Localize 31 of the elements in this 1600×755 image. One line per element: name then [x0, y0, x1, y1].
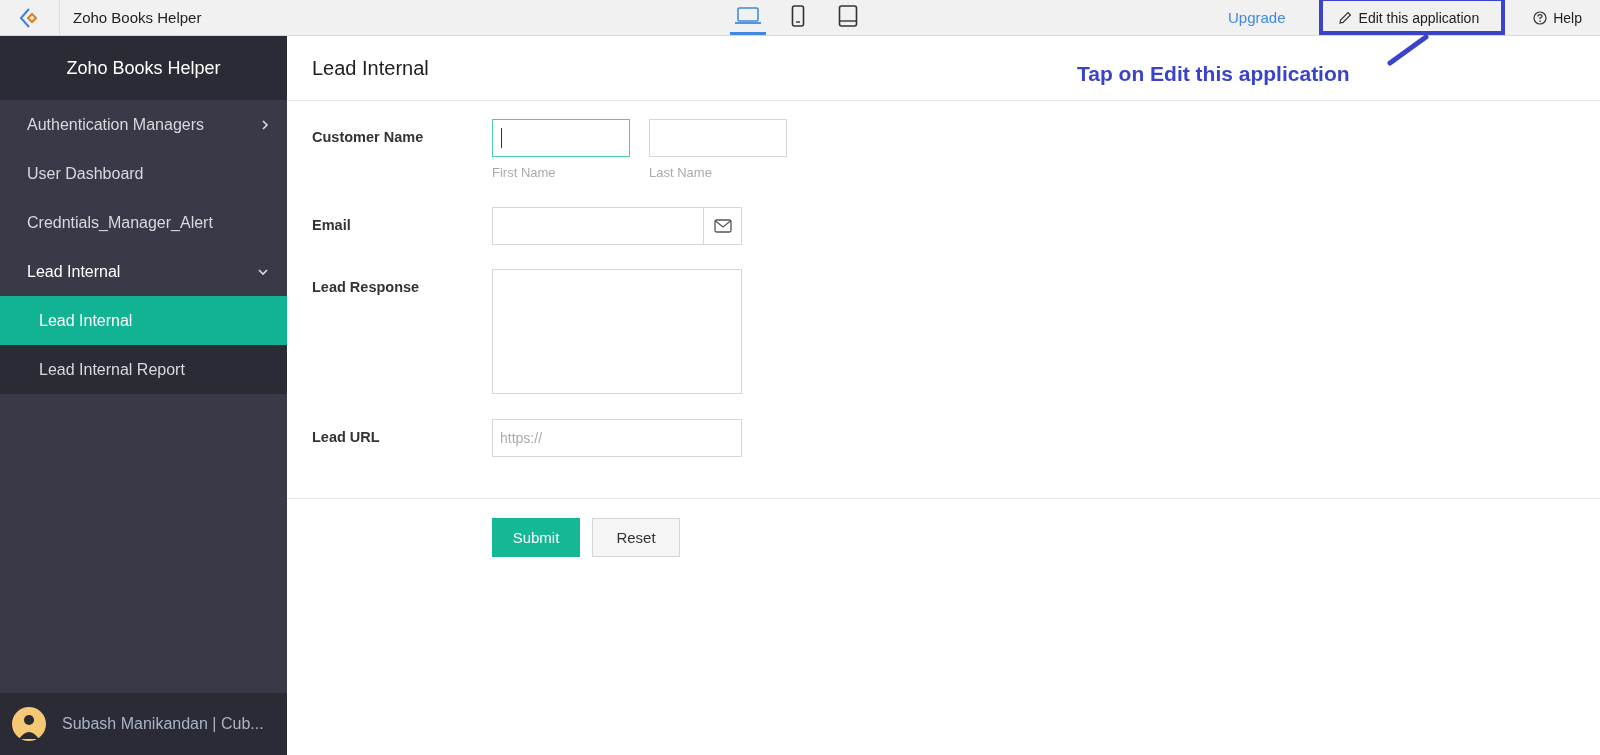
sidebar-subitem[interactable]: Lead Internal Report: [0, 345, 287, 394]
laptop-icon: [734, 6, 762, 26]
field-label: Email: [312, 216, 352, 235]
help-button[interactable]: Help: [1527, 3, 1588, 32]
reset-button[interactable]: Reset: [592, 518, 680, 557]
name-input-field[interactable]: [649, 119, 787, 157]
chevron-down-icon: [257, 267, 269, 276]
sidebar-item[interactable]: User Dashboard: [0, 149, 287, 198]
annotation-text: Tap on Edit this application: [1077, 62, 1350, 86]
avatar-icon: [12, 707, 46, 741]
help-icon: [1533, 10, 1548, 25]
chevron-right-icon: [261, 118, 269, 131]
field-caption: First Name: [492, 165, 557, 180]
text-area[interactable]: [492, 269, 742, 394]
phone-icon: [791, 5, 805, 27]
tablet-icon: [838, 5, 858, 27]
sidebar-item[interactable]: Credntials_Manager_Alert: [0, 198, 287, 247]
name-input-field[interactable]: [492, 119, 630, 157]
field-caption: Last Name: [649, 165, 713, 180]
field-label: Lead Response: [312, 278, 421, 297]
sidebar-title: Zoho Books Helper: [0, 36, 287, 100]
form-title: Lead Internal: [312, 56, 429, 80]
field-label: Customer Name: [312, 128, 425, 147]
sidebar-item[interactable]: Lead Internal: [0, 247, 287, 296]
field-label: Lead URL: [312, 428, 381, 447]
sidebar-item[interactable]: Authentication Managers: [0, 100, 287, 149]
app-name: Zoho Books Helper: [73, 9, 202, 26]
envelope-icon: [713, 219, 732, 233]
pencil-icon: [1337, 10, 1352, 25]
edit-application-button[interactable]: Edit this application: [1329, 3, 1488, 32]
email-input-field[interactable]: [492, 207, 742, 245]
